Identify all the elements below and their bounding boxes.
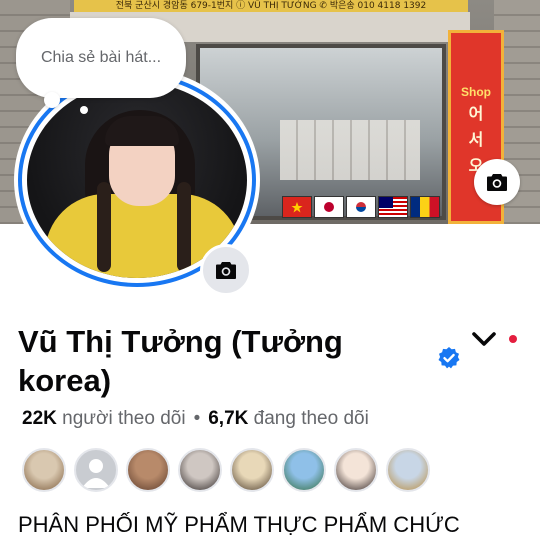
cover-shelf <box>280 120 420 180</box>
friend-avatar[interactable] <box>178 448 222 492</box>
flag-korea <box>346 196 376 218</box>
note-placeholder: Chia sẻ bài hát... <box>40 49 162 66</box>
cover-banner-line: Shop <box>461 85 491 99</box>
profile-name: Vũ Thị Tưởng (Tưởng korea) <box>18 324 343 398</box>
flag-vietnam <box>282 196 312 218</box>
friend-avatar[interactable] <box>386 448 430 492</box>
profile-bio: PHÂN PHỐI MỸ PHẨM THỰC PHẨM CHỨC <box>18 512 460 537</box>
cover-banner-line: 서 <box>468 130 484 149</box>
default-avatar-icon <box>82 459 110 488</box>
note-bubble[interactable]: Chia sẻ bài hát... <box>16 18 186 98</box>
friend-avatar[interactable] <box>74 448 118 492</box>
following-label[interactable]: đang theo dõi <box>254 408 369 429</box>
edit-cover-photo-button[interactable] <box>474 159 520 205</box>
note-bubble-tail-small <box>80 106 88 114</box>
flag-malaysia <box>378 196 408 218</box>
friend-avatar[interactable] <box>22 448 66 492</box>
profile-stats: 22K người theo dõi • 6,7K đang theo dõi <box>22 408 369 430</box>
flag-romania <box>410 196 440 218</box>
cover-shop-sign: 전북 군산시 경암동 679-1번지 ⓘ VŨ THỊ TƯỞNG ✆ 박은송 … <box>74 0 468 12</box>
friend-avatar[interactable] <box>334 448 378 492</box>
followers-label[interactable]: người theo dõi <box>62 408 185 429</box>
flag-japan <box>314 196 344 218</box>
note-bubble-tail <box>44 92 60 108</box>
cover-flags <box>282 196 440 218</box>
avatar-bangs <box>105 116 179 146</box>
stats-separator: • <box>193 408 201 429</box>
avatar-braid <box>177 182 191 272</box>
camera-icon <box>216 262 236 279</box>
friend-avatar[interactable] <box>126 448 170 492</box>
notification-dot <box>509 335 517 343</box>
camera-icon <box>487 174 507 191</box>
verified-badge-icon <box>438 347 460 369</box>
friend-avatar[interactable] <box>230 448 274 492</box>
chevron-down-icon[interactable] <box>470 328 498 350</box>
avatar-braid <box>97 182 111 272</box>
edit-avatar-button[interactable] <box>200 244 252 296</box>
friends-avatars-row <box>22 448 430 492</box>
following-count[interactable]: 6,7K <box>208 408 248 429</box>
friend-avatar[interactable] <box>282 448 326 492</box>
cover-banner-line: 어 <box>468 104 484 123</box>
followers-count[interactable]: 22K <box>22 408 57 429</box>
